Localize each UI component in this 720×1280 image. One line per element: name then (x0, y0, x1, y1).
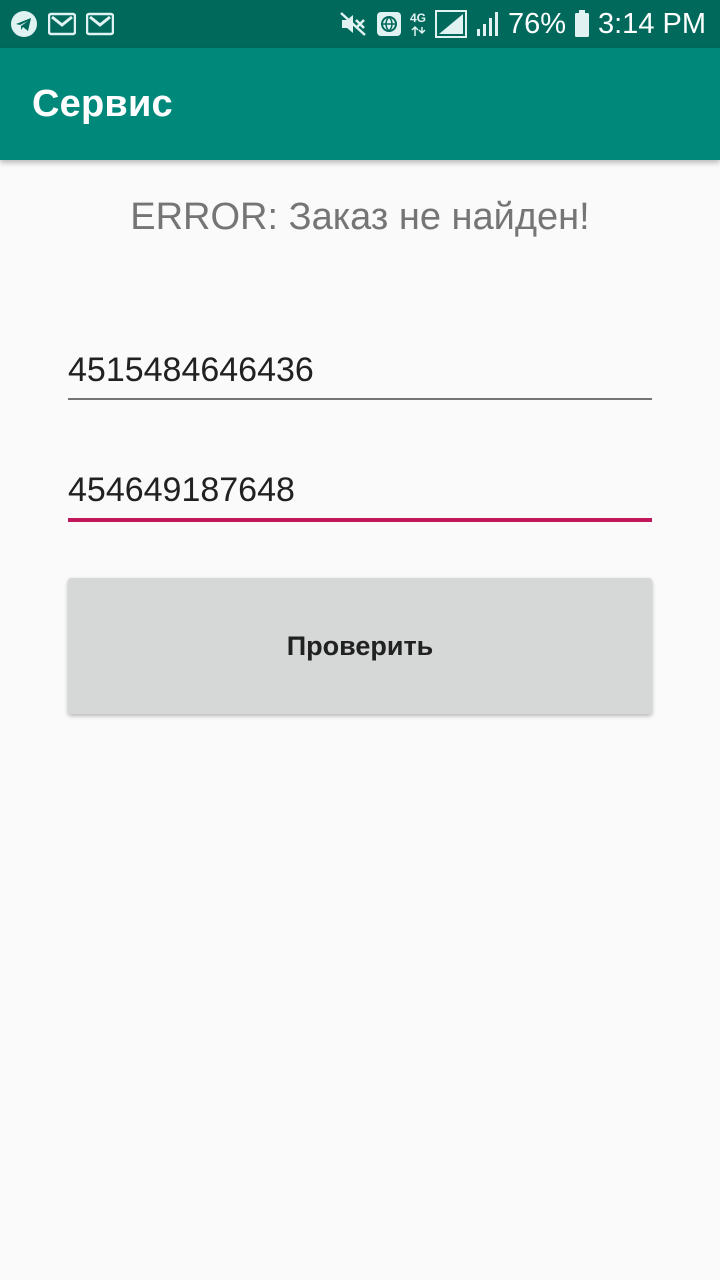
page-title: Сервис (32, 82, 173, 125)
error-message: ERROR: Заказ не найден! (130, 196, 590, 238)
code-value[interactable]: 454649187648 (68, 470, 652, 518)
code-field[interactable]: 454649187648 (68, 470, 652, 522)
system-indicators: 4G 76% 3:14 PM (338, 8, 706, 41)
battery-icon (574, 10, 590, 38)
signal-icon (476, 11, 500, 37)
gmail-icon (86, 12, 114, 36)
svg-text:4G: 4G (410, 11, 426, 25)
order-number-value[interactable]: 4515484646436 (68, 350, 652, 398)
notification-icons (10, 10, 114, 38)
order-number-field[interactable]: 4515484646436 (68, 350, 652, 400)
battery-percent: 76% (507, 7, 566, 40)
clock: 3:14 PM (598, 7, 706, 40)
signal-4g-icon: 4G (410, 9, 468, 39)
app-bar: Сервис (0, 48, 720, 160)
gmail-icon (48, 12, 76, 36)
vpn-globe-icon (376, 11, 402, 37)
check-button[interactable]: Проверить (68, 578, 652, 714)
telegram-icon (10, 10, 38, 38)
status-bar: 4G 76% 3:14 PM (0, 0, 720, 48)
mute-icon (338, 10, 368, 38)
